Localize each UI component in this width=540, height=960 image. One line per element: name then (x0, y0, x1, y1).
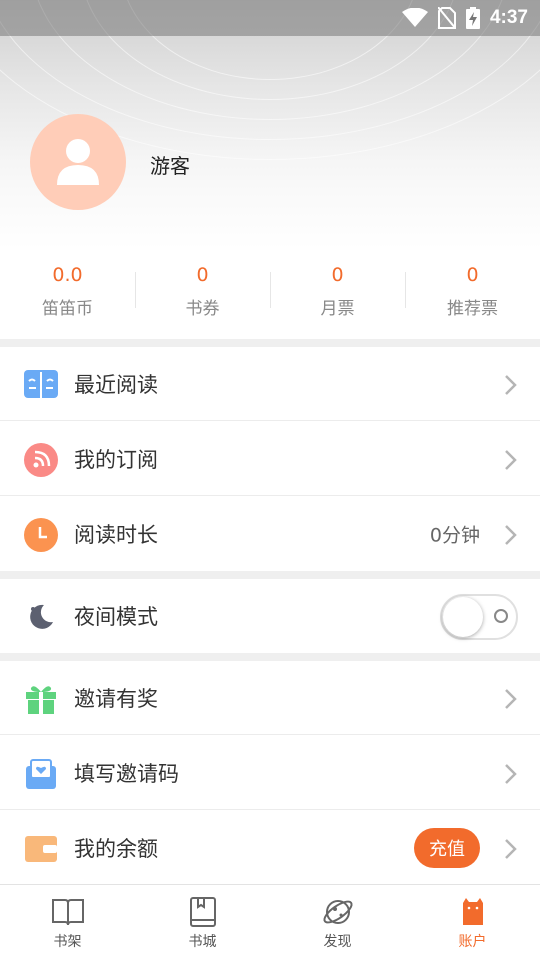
tab-account[interactable]: 账户 (405, 885, 540, 960)
chevron-right-icon (505, 450, 517, 470)
recharge-button[interactable]: 充值 (414, 828, 480, 868)
menu-label: 夜间模式 (74, 605, 158, 629)
night-mode-toggle[interactable] (440, 594, 518, 640)
stat-value: 0 (331, 264, 344, 286)
menu-label: 邀请有奖 (74, 687, 158, 711)
chevron-right-icon (505, 375, 517, 395)
no-sim-icon (437, 7, 456, 29)
stat-monthly-tickets[interactable]: 0 月票 (270, 258, 405, 328)
section-divider (0, 571, 540, 579)
stat-value: 0.0 (52, 264, 83, 286)
gift-icon (24, 682, 58, 716)
status-bar: 4:37 (0, 0, 540, 36)
stat-recommend-tickets[interactable]: 0 推荐票 (405, 258, 540, 328)
toggle-knob (443, 597, 483, 637)
menu-label: 最近阅读 (74, 373, 158, 397)
stat-vouchers[interactable]: 0 书券 (135, 258, 270, 328)
menu-my-balance[interactable]: 我的余额 充值 (0, 811, 540, 885)
menu-recent-reading[interactable]: 最近阅读 (0, 347, 540, 421)
menu-label: 我的订阅 (74, 448, 158, 472)
bottom-tab-bar: 书架 书城 发现 账户 (0, 884, 540, 960)
stat-label: 书券 (185, 299, 220, 319)
tab-label: 书城 (188, 934, 217, 950)
clock-icon (24, 518, 58, 552)
stat-label: 月票 (320, 299, 355, 319)
avatar[interactable] (30, 114, 126, 210)
rss-icon (24, 443, 58, 477)
stat-coins[interactable]: 0.0 笛笛币 (0, 258, 135, 328)
wifi-icon (401, 8, 428, 28)
tab-label: 账户 (458, 934, 487, 950)
menu-label: 填写邀请码 (74, 762, 179, 786)
menu-my-subscription[interactable]: 我的订阅 (0, 422, 540, 496)
battery-charging-icon (465, 7, 480, 29)
chevron-right-icon (505, 525, 517, 545)
menu-label: 阅读时长 (74, 523, 158, 547)
section-divider (0, 339, 540, 347)
username[interactable]: 游客 (150, 150, 190, 179)
menu-reading-time[interactable]: 阅读时长 0分钟 (0, 497, 540, 571)
menu-night-mode: 夜间模式 (0, 579, 540, 653)
wallet-icon (24, 832, 58, 866)
open-book-icon (24, 368, 58, 402)
status-time: 4:37 (489, 7, 528, 28)
tab-bookstore[interactable]: 书城 (135, 885, 270, 960)
stat-label: 笛笛币 (42, 299, 93, 319)
menu-invite-reward[interactable]: 邀请有奖 (0, 661, 540, 735)
account-icon (456, 895, 490, 929)
moon-icon (24, 600, 58, 634)
tab-discover[interactable]: 发现 (270, 885, 405, 960)
chevron-right-icon (505, 689, 517, 709)
reading-time-value: 0分钟 (429, 524, 480, 547)
planet-icon (321, 895, 355, 929)
chevron-right-icon (505, 764, 517, 784)
tab-label: 发现 (323, 934, 352, 950)
stat-label: 推荐票 (447, 299, 498, 319)
stat-value: 0 (196, 264, 209, 286)
user-icon (57, 139, 99, 185)
bookshelf-icon (51, 895, 85, 929)
section-divider (0, 653, 540, 661)
menu-label: 我的余额 (74, 837, 158, 861)
toggle-off-indicator (494, 609, 508, 623)
stats-bar: 0.0 笛笛币 0 书券 0 月票 0 推荐票 (0, 258, 540, 328)
heart-envelope-icon (24, 757, 58, 791)
tab-label: 书架 (53, 934, 82, 950)
menu-invite-code[interactable]: 填写邀请码 (0, 736, 540, 810)
bookstore-icon (186, 895, 220, 929)
stat-value: 0 (466, 264, 479, 286)
tab-bookshelf[interactable]: 书架 (0, 885, 135, 960)
chevron-right-icon (505, 839, 517, 859)
